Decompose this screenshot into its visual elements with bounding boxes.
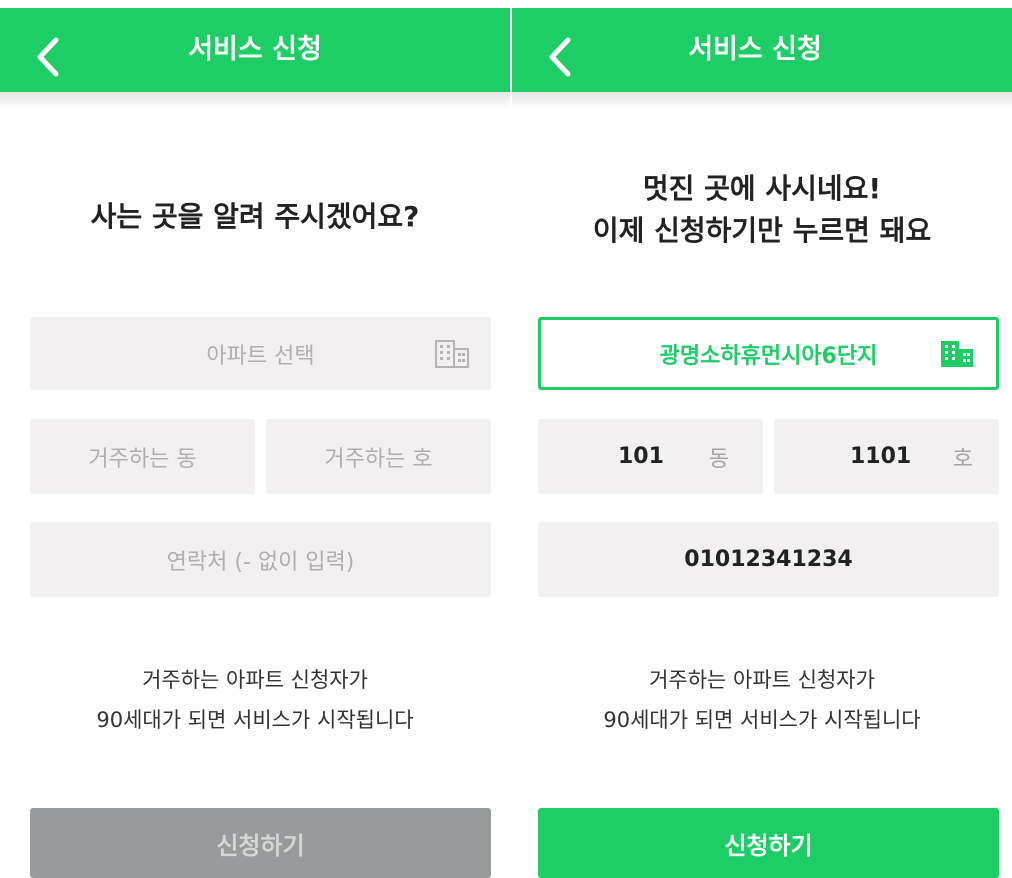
confirmation-heading: 멋진 곳에 사시네요! 이제 신청하기만 누르면 돼요 bbox=[512, 168, 1012, 252]
phone-placeholder: 연락처 (- 없이 입력) bbox=[166, 549, 355, 575]
apartment-placeholder: 아파트 선택 bbox=[206, 343, 315, 369]
question-heading: 사는 곳을 알려 주시겠어요? bbox=[90, 200, 420, 233]
notice-line-2: 90세대가 되면 서비스가 시작됩니다 bbox=[603, 708, 921, 732]
dong-unit: 동 bbox=[708, 446, 729, 472]
apartment-select[interactable]: 광명소하휴먼시아6단지 bbox=[538, 317, 999, 390]
top-bar: 서비스 신청 bbox=[512, 8, 1012, 92]
right-screen: 서비스 신청 멋진 곳에 사시네요! 이제 신청하기만 누르면 돼요 광명소하휴… bbox=[512, 0, 1012, 878]
page-title: 서비스 신청 bbox=[688, 34, 822, 65]
dong-input[interactable]: 거주하는 동 bbox=[30, 419, 255, 494]
apply-button-label: 신청하기 bbox=[216, 831, 305, 860]
notice-line-1: 거주하는 아파트 신청자가 bbox=[649, 668, 875, 692]
apartment-value: 광명소하휴먼시아6단지 bbox=[659, 343, 878, 369]
heading-line-1: 멋진 곳에 사시네요! bbox=[642, 172, 882, 205]
apply-button-label: 신청하기 bbox=[724, 831, 813, 860]
building-icon bbox=[941, 340, 973, 367]
building-icon bbox=[435, 339, 469, 368]
heading-line-2: 이제 신청하기만 누르면 돼요 bbox=[592, 214, 932, 247]
header-shadow bbox=[512, 92, 1012, 110]
ho-value: 1101 bbox=[850, 444, 912, 469]
notice-line-1: 거주하는 아파트 신청자가 bbox=[142, 668, 368, 692]
ho-unit: 호 bbox=[952, 446, 973, 472]
dong-placeholder: 거주하는 동 bbox=[88, 446, 197, 472]
dong-input[interactable]: 101 동 bbox=[538, 419, 763, 494]
apartment-select[interactable]: 아파트 선택 bbox=[30, 317, 491, 390]
phone-input[interactable]: 연락처 (- 없이 입력) bbox=[30, 522, 491, 597]
notice-text: 거주하는 아파트 신청자가 90세대가 되면 서비스가 시작됩니다 bbox=[0, 660, 510, 740]
apply-button[interactable]: 신청하기 bbox=[538, 808, 999, 878]
ho-input[interactable]: 1101 호 bbox=[774, 419, 999, 494]
phone-value: 01012341234 bbox=[684, 547, 853, 572]
ho-placeholder: 거주하는 호 bbox=[324, 446, 433, 472]
page-title: 서비스 신청 bbox=[188, 34, 322, 65]
apply-button-disabled[interactable]: 신청하기 bbox=[30, 808, 491, 878]
ho-input[interactable]: 거주하는 호 bbox=[266, 419, 491, 494]
app-stage: 서비스 신청 사는 곳을 알려 주시겠어요? 아파트 선택 거주하는 동 거주하… bbox=[0, 0, 1012, 878]
phone-input[interactable]: 01012341234 bbox=[538, 522, 999, 597]
top-bar: 서비스 신청 bbox=[0, 8, 510, 92]
notice-text: 거주하는 아파트 신청자가 90세대가 되면 서비스가 시작됩니다 bbox=[512, 660, 1012, 740]
left-screen: 서비스 신청 사는 곳을 알려 주시겠어요? 아파트 선택 거주하는 동 거주하… bbox=[0, 0, 510, 878]
header-shadow bbox=[0, 92, 510, 110]
notice-line-2: 90세대가 되면 서비스가 시작됩니다 bbox=[96, 708, 414, 732]
dong-value: 101 bbox=[618, 444, 664, 469]
